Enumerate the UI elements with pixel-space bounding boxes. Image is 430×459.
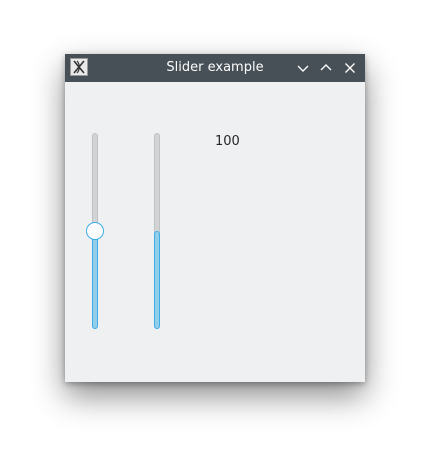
close-icon[interactable] xyxy=(342,60,358,76)
title-bar[interactable]: Slider example xyxy=(65,54,365,82)
vertical-slider-2[interactable] xyxy=(145,133,169,329)
slider-fill xyxy=(92,231,98,329)
slider-fill xyxy=(154,231,160,329)
slider-example-window: Slider example 100 xyxy=(65,54,365,382)
slider-handle[interactable] xyxy=(86,222,104,240)
value-label: 100 xyxy=(215,134,240,149)
minimize-icon[interactable] xyxy=(295,60,311,76)
maximize-icon[interactable] xyxy=(318,60,334,76)
vertical-slider-1[interactable] xyxy=(83,133,107,329)
